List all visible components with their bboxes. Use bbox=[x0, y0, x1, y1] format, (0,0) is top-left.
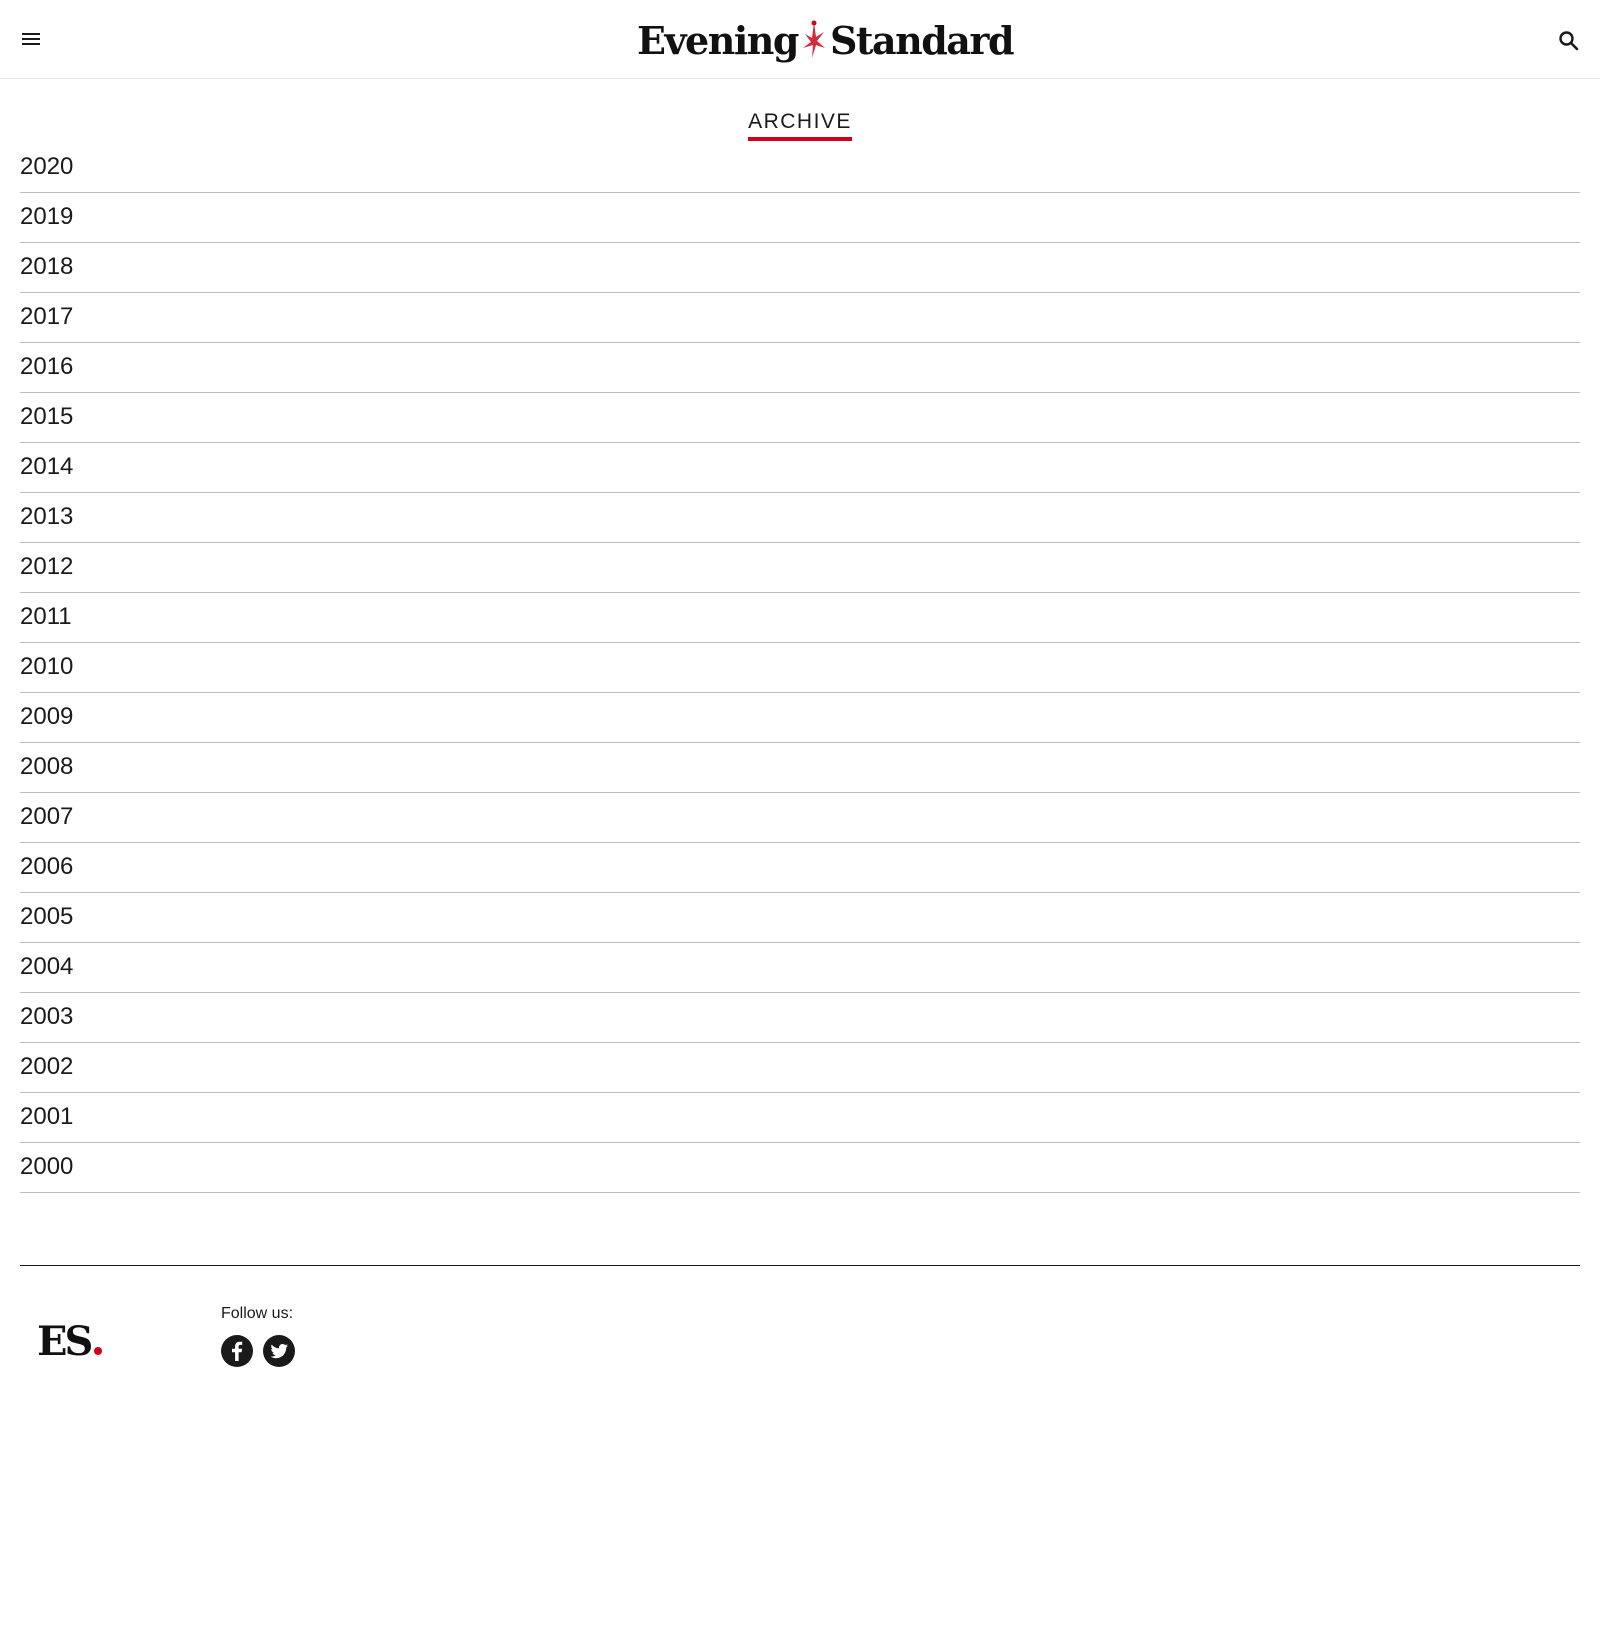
year-list-item[interactable]: 2009 bbox=[20, 693, 1580, 743]
year-link[interactable]: 2019 bbox=[20, 203, 73, 231]
follow-us-label: Follow us: bbox=[221, 1305, 294, 1322]
year-list-item[interactable]: 2001 bbox=[20, 1093, 1580, 1143]
year-list-item[interactable]: 2011 bbox=[20, 593, 1580, 643]
year-link[interactable]: 2020 bbox=[20, 153, 73, 181]
logo-word-standard: Standard bbox=[829, 17, 1015, 63]
year-link[interactable]: 2002 bbox=[20, 1053, 73, 1081]
year-list-item[interactable]: 2017 bbox=[20, 293, 1580, 343]
year-link[interactable]: 2014 bbox=[20, 453, 73, 481]
year-list-item[interactable]: 2008 bbox=[20, 743, 1580, 793]
logo-red-dot bbox=[94, 1347, 103, 1355]
year-list-item[interactable]: 2018 bbox=[20, 243, 1580, 293]
year-list-item[interactable]: 2015 bbox=[20, 393, 1580, 443]
site-header: Evening Standard bbox=[0, 0, 1600, 79]
year-list: 2020 2019 2018 2017 2016 2015 2014 2013 … bbox=[20, 143, 1580, 1193]
year-link[interactable]: 2000 bbox=[20, 1153, 73, 1181]
search-icon[interactable] bbox=[1556, 28, 1582, 54]
hamburger-menu-icon[interactable] bbox=[20, 27, 44, 51]
year-link[interactable]: 2017 bbox=[20, 303, 73, 331]
year-list-item[interactable]: 2002 bbox=[20, 1043, 1580, 1093]
year-link[interactable]: 2015 bbox=[20, 403, 73, 431]
year-link[interactable]: 2010 bbox=[20, 653, 73, 681]
year-list-item[interactable]: 2006 bbox=[20, 843, 1580, 893]
year-list-item[interactable]: 2004 bbox=[20, 943, 1580, 993]
year-link[interactable]: 2007 bbox=[20, 803, 73, 831]
year-link[interactable]: 2009 bbox=[20, 703, 73, 731]
year-link[interactable]: 2008 bbox=[20, 753, 73, 781]
year-link[interactable]: 2018 bbox=[20, 253, 73, 281]
year-list-item[interactable]: 2019 bbox=[20, 193, 1580, 243]
twitter-icon[interactable] bbox=[263, 1335, 295, 1367]
year-link[interactable]: 2012 bbox=[20, 553, 73, 581]
year-list-item[interactable]: 2013 bbox=[20, 493, 1580, 543]
year-link[interactable]: 2003 bbox=[20, 1003, 73, 1031]
archive-heading: ARCHIVE bbox=[0, 110, 1600, 141]
angel-emblem-icon bbox=[802, 20, 825, 58]
year-link[interactable]: 2011 bbox=[20, 603, 72, 631]
year-list-item[interactable]: 2016 bbox=[20, 343, 1580, 393]
archive-title: ARCHIVE bbox=[748, 110, 852, 141]
es-footer-logo[interactable]: ES bbox=[37, 1318, 103, 1365]
year-list-item[interactable]: 2012 bbox=[20, 543, 1580, 593]
facebook-icon[interactable] bbox=[221, 1335, 253, 1367]
year-list-item[interactable]: 2003 bbox=[20, 993, 1580, 1043]
year-link[interactable]: 2006 bbox=[20, 853, 73, 881]
footer-divider bbox=[20, 1265, 1580, 1266]
year-link[interactable]: 2013 bbox=[20, 503, 73, 531]
year-list-item[interactable]: 2005 bbox=[20, 893, 1580, 943]
year-link[interactable]: 2005 bbox=[20, 903, 73, 931]
year-list-item[interactable]: 2007 bbox=[20, 793, 1580, 843]
year-link[interactable]: 2001 bbox=[20, 1103, 73, 1131]
year-list-item[interactable]: 2010 bbox=[20, 643, 1580, 693]
year-list-item[interactable]: 2000 bbox=[20, 1143, 1580, 1193]
year-list-item[interactable]: 2014 bbox=[20, 443, 1580, 493]
evening-standard-logo[interactable]: Evening Standard bbox=[637, 16, 1015, 64]
year-link[interactable]: 2016 bbox=[20, 353, 73, 381]
logo-word-evening: Evening bbox=[637, 17, 799, 63]
year-link[interactable]: 2004 bbox=[20, 953, 73, 981]
year-list-item[interactable]: 2020 bbox=[20, 143, 1580, 193]
footer-logo-text: ES bbox=[37, 1318, 93, 1365]
